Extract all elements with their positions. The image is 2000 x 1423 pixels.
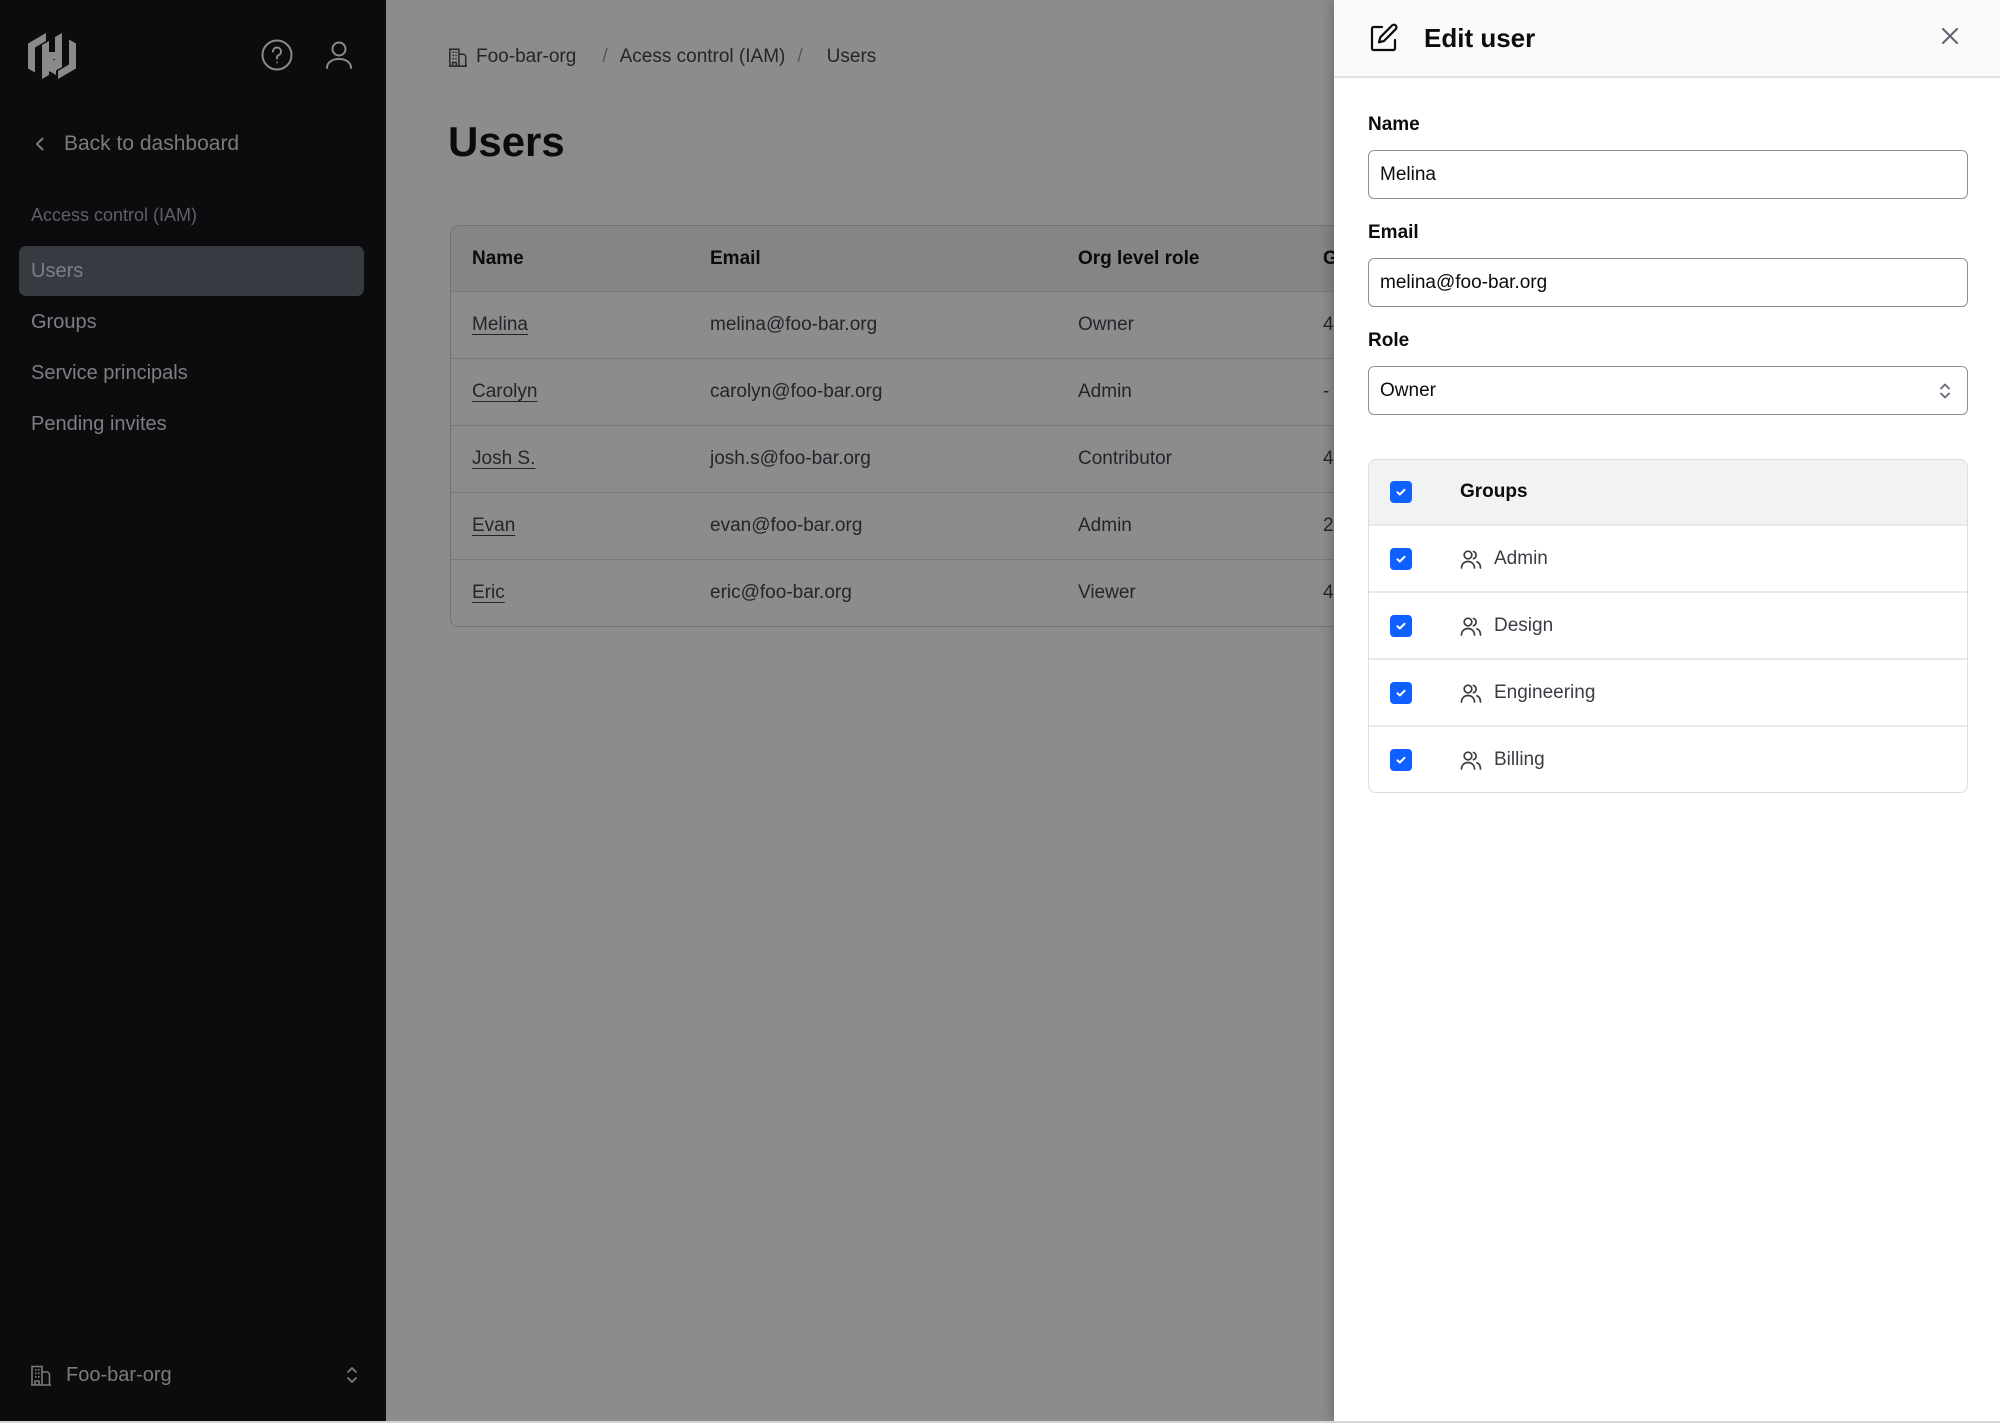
sidebar-item-groups[interactable]: Groups: [19, 297, 364, 347]
group-row: Billing: [1369, 725, 1967, 792]
group-checkbox[interactable]: [1390, 681, 1412, 704]
sidebar-item-label: Groups: [31, 310, 97, 333]
group-label: Admin: [1494, 547, 1548, 569]
groups-table: Groups Admin Design Engineering Billing: [1368, 459, 1968, 793]
back-to-dashboard-label: Back to dashboard: [64, 132, 240, 155]
sidebar-item-pending-invites[interactable]: Pending invites: [19, 399, 364, 449]
email-field[interactable]: [1368, 258, 1968, 307]
sidebar-item-label: Pending invites: [31, 412, 167, 435]
checkmark-icon: [1396, 488, 1406, 496]
users-group-icon: [1460, 549, 1482, 569]
flyout-body: Name Email Role Owner Groups: [1334, 114, 2000, 793]
group-checkbox[interactable]: [1390, 748, 1412, 771]
user-icon[interactable]: [322, 38, 356, 72]
select-all-groups-checkbox[interactable]: [1390, 481, 1412, 503]
edit-user-flyout: Edit user Name Email Role Owner Groups: [1334, 0, 2000, 1421]
role-select[interactable]: Owner: [1368, 366, 1968, 415]
role-field-label: Role: [1368, 330, 1410, 351]
checkmark-icon: [1396, 756, 1406, 763]
users-group-icon: [1460, 750, 1482, 770]
checkmark-icon: [1396, 689, 1406, 696]
group-row: Engineering: [1369, 658, 1967, 725]
org-switcher-label: Foo-bar-org: [66, 1363, 172, 1386]
sidebar-item-service-principals[interactable]: Service principals: [19, 348, 364, 398]
checkmark-icon: [1396, 622, 1406, 629]
group-label: Design: [1494, 614, 1554, 636]
sidebar-item-users[interactable]: Users: [19, 246, 364, 296]
group-checkbox[interactable]: [1390, 614, 1412, 637]
groups-header-row: Groups: [1369, 460, 1967, 524]
back-to-dashboard-link[interactable]: Back to dashboard: [30, 132, 239, 156]
building-icon: [31, 1365, 51, 1386]
group-checkbox[interactable]: [1390, 547, 1412, 570]
name-field-label: Name: [1368, 114, 1420, 135]
checkmark-icon: [1396, 555, 1406, 562]
flyout-header: Edit user: [1334, 0, 2000, 78]
groups-header-label: Groups: [1460, 481, 1528, 502]
sidebar-section-label: Access control (IAM): [31, 205, 198, 225]
edit-icon: [1370, 23, 1398, 52]
sidebar-item-label: Service principals: [31, 361, 188, 384]
chevrons-up-down-icon: [1940, 383, 1950, 399]
group-row: Design: [1369, 591, 1967, 658]
help-circle-icon[interactable]: [260, 38, 294, 72]
group-row: Admin: [1369, 524, 1967, 591]
group-label: Billing: [1494, 748, 1545, 770]
users-group-icon: [1460, 616, 1482, 636]
sidebar: Back to dashboard Access control (IAM) U…: [0, 0, 386, 1421]
hashicorp-logo[interactable]: [26, 30, 78, 82]
close-icon[interactable]: [1938, 24, 1962, 48]
group-label: Engineering: [1494, 681, 1596, 703]
sidebar-item-label: Users: [31, 259, 84, 282]
email-field-label: Email: [1368, 222, 1419, 243]
role-select-value: Owner: [1380, 379, 1436, 401]
org-switcher[interactable]: Foo-bar-org: [30, 1360, 360, 1390]
chevron-left-icon: [36, 137, 44, 151]
name-field[interactable]: [1368, 150, 1968, 199]
chevrons-up-down-icon: [347, 1367, 357, 1383]
sidebar-nav: Users Groups Service principals Pending …: [19, 246, 364, 450]
flyout-title: Edit user: [1424, 22, 1536, 53]
users-group-icon: [1460, 683, 1482, 703]
